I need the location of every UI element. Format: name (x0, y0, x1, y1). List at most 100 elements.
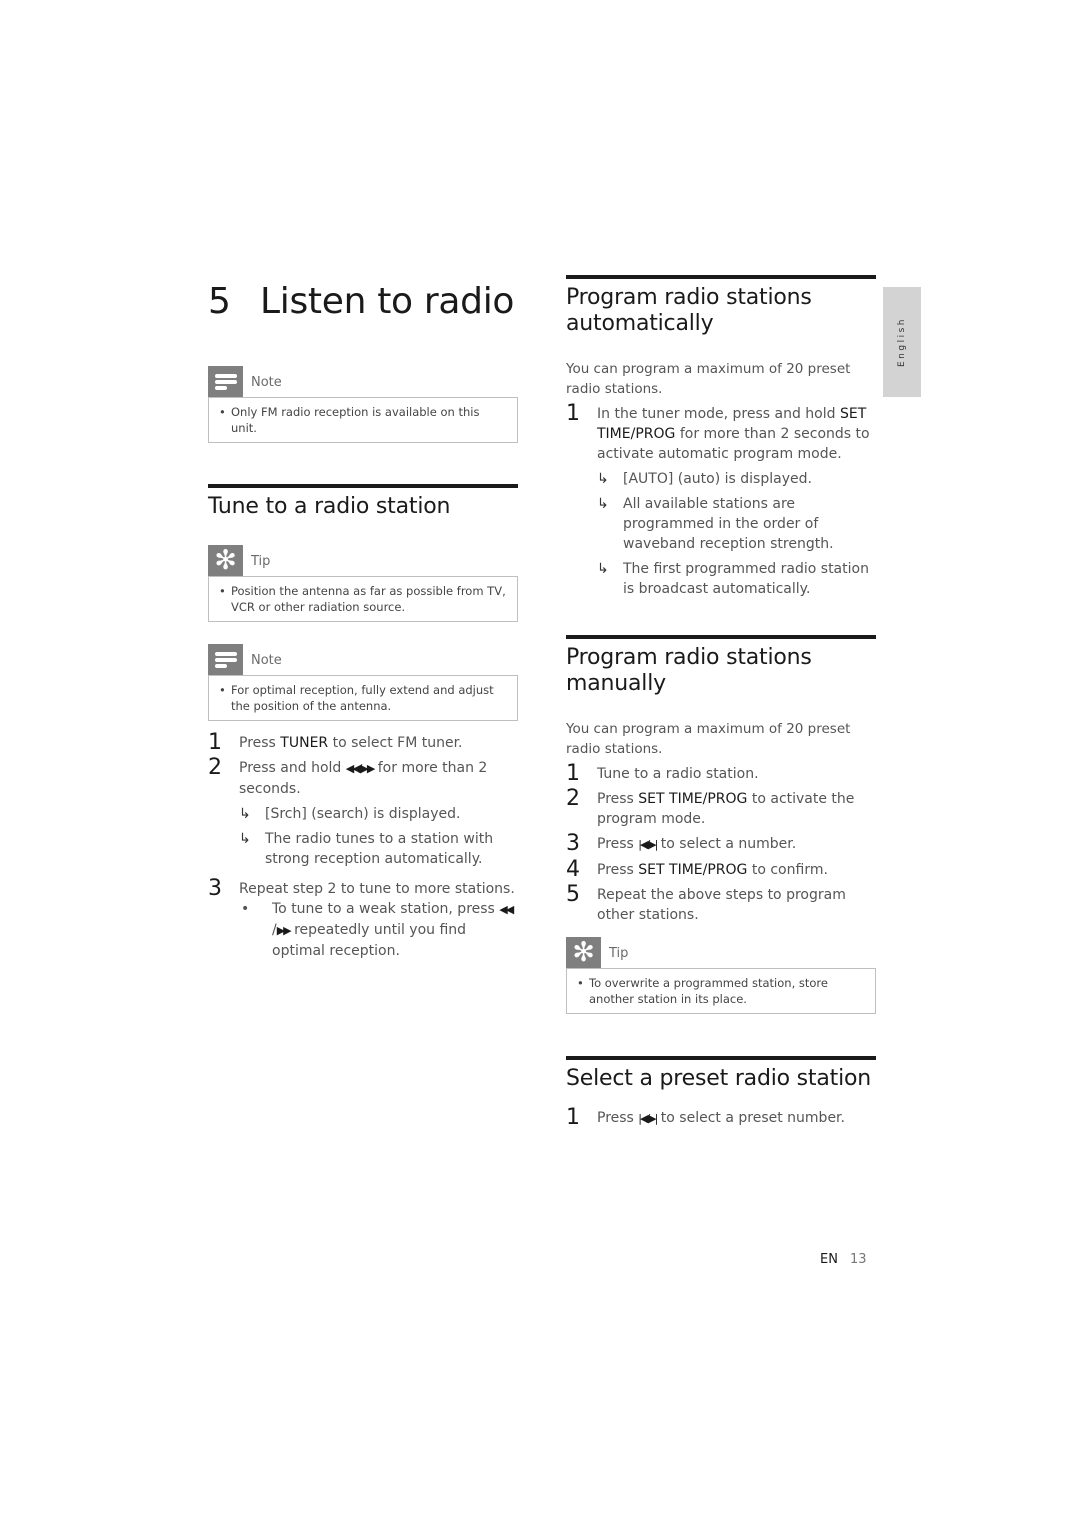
bullet-icon: • (577, 976, 584, 990)
result-arrow-icon: ↳ (239, 831, 251, 847)
tip-label: Tip (251, 554, 271, 569)
bullet-icon: • (219, 584, 226, 598)
step-item: 1 Tune to a radio station. (566, 761, 876, 786)
step-number: 1 (566, 401, 580, 426)
step-text: to select FM tuner. (328, 735, 463, 751)
step-text: Press (597, 791, 639, 807)
key-name: SET TIME/PROG (638, 791, 748, 807)
step-number: 1 (566, 761, 580, 786)
step-text: Repeat the above steps to program other … (597, 887, 846, 923)
result-arrow-icon: ↳ (239, 806, 251, 822)
right-column: Program radio stations automatically You… (566, 275, 876, 1129)
step-text: Repeat step 2 to tune to more stations. (239, 881, 515, 897)
step-item: 2 Press SET TIME/PROG to activate the pro… (566, 786, 876, 829)
step-text: Tune to a radio station. (597, 766, 759, 782)
bullet-text: To tune to a weak station, press (272, 901, 500, 917)
step-number: 1 (208, 730, 222, 755)
result-text: [Srch] (search) is displayed. (265, 806, 461, 822)
step-item: 3 Repeat step 2 to tune to more stations. (208, 878, 518, 900)
result-text: [AUTO] (auto) is displayed. (623, 471, 812, 487)
step-text: Press and hold (239, 760, 346, 776)
left-column: 5 Listen to radio Note • Only FM radio rec… (208, 280, 518, 961)
tip-box: ✻ Tip • To overwrite a programmed station,… (566, 937, 876, 1014)
step-item: 3 Press |◀/▶| to select a number. (566, 831, 876, 856)
result-item: ↳ [AUTO] (auto) is displayed. (597, 469, 876, 489)
step-text: In the tuner mode, press and hold (597, 406, 840, 422)
tip-text: To overwrite a programmed station, store… (589, 976, 828, 1006)
page-footer: EN 13 (820, 1252, 867, 1267)
section-tune: Tune to a radio station ✻ Tip • Position t… (208, 484, 518, 961)
prev-next-icon: |◀/▶| (638, 1112, 658, 1125)
chapter-title: 5 Listen to radio (208, 280, 518, 324)
step-item: 1 Press TUNER to select FM tuner. (208, 730, 518, 755)
tip-text: Position the antenna as far as possible … (231, 584, 506, 614)
result-arrow-icon: ↳ (597, 561, 609, 577)
language-label: English (897, 317, 907, 367)
bullet-icon: • (219, 405, 226, 419)
intro-text: You can program a maximum of 20 preset r… (566, 361, 851, 397)
bullet-text: repeatedly until you find optimal recept… (272, 922, 467, 959)
step-text: to select a preset number. (656, 1110, 845, 1126)
note-box: Note • Only FM radio reception is availab… (208, 366, 518, 443)
tip-box: ✻ Tip • Position the antenna as far as pos… (208, 545, 518, 622)
step-number: 4 (566, 857, 580, 882)
language-side-tab: English (883, 287, 921, 397)
result-item: ↳ All available stations are programmed i… (597, 494, 876, 554)
step-number: 3 (566, 831, 580, 856)
result-text: All available stations are programmed in… (623, 496, 834, 552)
prev-next-icon: |◀/▶| (638, 838, 658, 851)
step-text: to confirm. (747, 862, 828, 878)
result-text: The first programmed radio station is br… (623, 561, 869, 597)
step-text: to select a number. (656, 836, 797, 852)
page-number: 13 (849, 1252, 867, 1267)
section-title: Select a preset radio station (566, 1066, 871, 1091)
note-label: Note (251, 653, 282, 668)
forward-icon: ▶▶ (276, 924, 292, 937)
step-item: 2 Press and hold ◀◀/▶▶ for more than 2 se… (208, 755, 518, 799)
step-number: 2 (208, 755, 222, 780)
step-number: 5 (566, 882, 580, 907)
step-text: Press (597, 1110, 639, 1126)
rewind-forward-icon: ◀◀/▶▶ (345, 762, 376, 775)
section-title: Tune to a radio station (208, 494, 451, 519)
step-item: 4 Press SET TIME/PROG to confirm. (566, 857, 876, 882)
note-icon (208, 644, 243, 675)
section-program-auto: Program radio stations automatically You… (566, 275, 876, 599)
step-text: Press (239, 735, 281, 751)
footer-language: EN (820, 1252, 838, 1267)
step-number: 1 (566, 1105, 580, 1130)
step-text: Press (597, 836, 639, 852)
section-program-manual: Program radio stations manually You can … (566, 635, 876, 1014)
result-item: ↳ The radio tunes to a station with stron… (239, 829, 518, 869)
note-text: For optimal reception, fully extend and … (231, 683, 494, 713)
note-text: Only FM radio reception is available on … (231, 405, 480, 435)
step-item: 5 Repeat the above steps to program other… (566, 882, 876, 925)
bullet-item: • To tune to a weak station, press ◀◀ /▶▶… (239, 899, 518, 961)
section-select-preset: Select a preset radio station 1 Press |◀/… (566, 1056, 876, 1129)
bullet-icon: • (241, 901, 250, 917)
note-icon (208, 366, 243, 397)
result-arrow-icon: ↳ (597, 471, 609, 487)
tip-icon: ✻ (566, 937, 601, 968)
intro-text: You can program a maximum of 20 preset r… (566, 721, 851, 757)
step-number: 2 (566, 786, 580, 811)
tip-icon: ✻ (208, 545, 243, 576)
rewind-icon: ◀◀ (499, 903, 514, 916)
chapter-number: 5 (208, 281, 231, 322)
result-item: ↳ The first programmed radio station is b… (597, 559, 876, 599)
chapter-title-text: Listen to radio (260, 281, 515, 322)
note-box: Note • For optimal reception, fully exten… (208, 644, 518, 721)
result-text: The radio tunes to a station with strong… (265, 831, 494, 867)
section-title: Program radio stations manually (566, 645, 812, 696)
step-text: Press (597, 862, 639, 878)
result-item: ↳ [Srch] (search) is displayed. (239, 804, 518, 824)
section-title: Program radio stations automatically (566, 285, 812, 336)
step-item: 1 Press |◀/▶| to select a preset number. (566, 1105, 876, 1130)
key-name: TUNER (280, 735, 329, 751)
note-label: Note (251, 375, 282, 390)
result-arrow-icon: ↳ (597, 496, 609, 512)
steps-list: 1 Press TUNER to select FM tuner. 2 Press … (208, 730, 518, 961)
step-item: 1 In the tuner mode, press and hold SET T… (566, 401, 876, 464)
tip-label: Tip (609, 946, 629, 961)
key-name: SET TIME/PROG (638, 862, 748, 878)
